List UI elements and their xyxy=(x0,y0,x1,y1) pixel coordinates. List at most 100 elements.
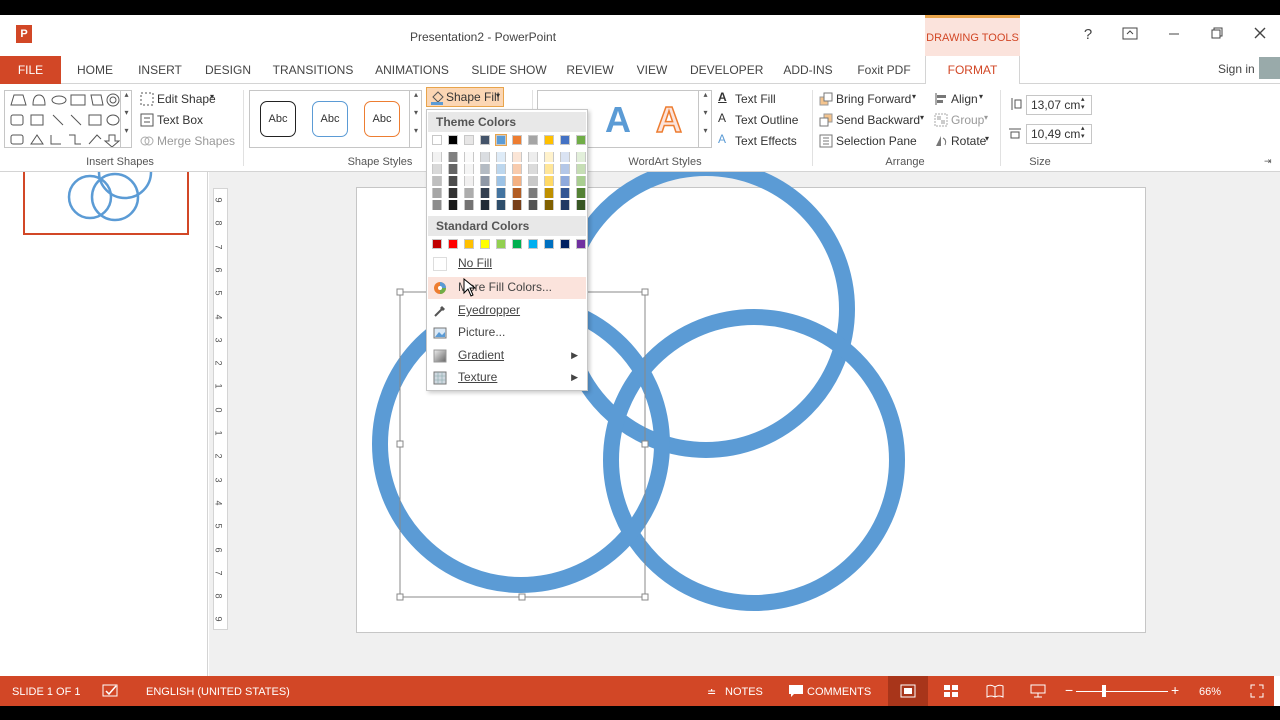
tab-design[interactable]: DESIGN xyxy=(202,56,254,84)
theme-color-shade-swatch[interactable] xyxy=(560,188,570,198)
comments-button[interactable]: COMMENTS xyxy=(807,686,871,698)
standard-color-swatch[interactable] xyxy=(480,239,490,249)
standard-color-swatch[interactable] xyxy=(448,239,458,249)
theme-color-shade-swatch[interactable] xyxy=(512,152,522,162)
tab-foxit-pdf[interactable]: Foxit PDF xyxy=(854,56,914,84)
slide-show-icon[interactable] xyxy=(1030,684,1046,698)
theme-color-shade-swatch[interactable] xyxy=(528,200,538,210)
theme-color-shade-swatch[interactable] xyxy=(544,164,554,174)
bring-forward-dropdown-icon[interactable]: ▾ xyxy=(912,92,916,101)
theme-color-shade-swatch[interactable] xyxy=(448,200,458,210)
theme-color-shade-swatch[interactable] xyxy=(464,176,474,186)
theme-color-shade-swatch[interactable] xyxy=(464,164,474,174)
wordart-scroll[interactable]: ▴ ▾ ▾ xyxy=(698,90,712,148)
ribbon-display-icon[interactable] xyxy=(1118,26,1142,44)
gradient-item[interactable]: Gradient ▶ xyxy=(428,345,586,367)
theme-color-shade-swatch[interactable] xyxy=(448,176,458,186)
theme-color-shade-swatch[interactable] xyxy=(544,176,554,186)
standard-color-swatch[interactable] xyxy=(464,239,474,249)
text-outline-button[interactable]: Text Outline xyxy=(735,113,798,127)
notes-icon[interactable]: ≐ xyxy=(707,686,716,699)
theme-color-swatch[interactable] xyxy=(464,135,474,145)
align-button[interactable]: Align xyxy=(951,92,978,106)
rotate-button[interactable]: Rotate xyxy=(951,134,986,148)
theme-color-shade-swatch[interactable] xyxy=(432,164,442,174)
theme-color-shade-swatch[interactable] xyxy=(432,188,442,198)
theme-color-shade-swatch[interactable] xyxy=(528,152,538,162)
theme-color-shade-swatch[interactable] xyxy=(544,188,554,198)
fit-slide-icon[interactable] xyxy=(1250,684,1264,698)
style-abc-black[interactable]: Abc xyxy=(260,101,296,137)
send-backward-button[interactable]: Send Backward xyxy=(836,113,920,127)
theme-color-shade-swatch[interactable] xyxy=(560,176,570,186)
theme-color-shade-swatch[interactable] xyxy=(560,164,570,174)
theme-color-shade-swatch[interactable] xyxy=(528,164,538,174)
theme-color-swatch[interactable] xyxy=(512,135,522,145)
collapse-ribbon-icon[interactable]: ⇥ xyxy=(1264,156,1272,167)
theme-color-swatch[interactable] xyxy=(560,135,570,145)
tab-slide-show[interactable]: SLIDE SHOW xyxy=(470,56,548,84)
shape-fill-button[interactable]: Shape Fill ▾ xyxy=(426,87,504,107)
text-fill-button[interactable]: Text Fill xyxy=(735,92,776,106)
theme-color-shade-swatch[interactable] xyxy=(480,152,490,162)
theme-color-shade-swatch[interactable] xyxy=(448,188,458,198)
restore-icon[interactable] xyxy=(1205,26,1229,44)
theme-color-shade-swatch[interactable] xyxy=(576,188,586,198)
standard-color-swatch[interactable] xyxy=(560,239,570,249)
close-icon[interactable] xyxy=(1248,26,1272,44)
tab-home[interactable]: HOME xyxy=(72,56,118,84)
theme-color-shade-swatch[interactable] xyxy=(464,200,474,210)
language-status[interactable]: ENGLISH (UNITED STATES) xyxy=(146,686,290,698)
wordart-a-orange[interactable]: A xyxy=(655,98,683,141)
theme-color-shade-swatch[interactable] xyxy=(544,152,554,162)
theme-color-shade-swatch[interactable] xyxy=(464,152,474,162)
zoom-in-icon[interactable]: + xyxy=(1171,682,1179,698)
tab-developer[interactable]: DEVELOPER xyxy=(690,56,763,84)
more-fill-colors-item[interactable]: More Fill Colors... xyxy=(428,277,586,299)
selection-pane-button[interactable]: Selection Pane xyxy=(836,134,917,148)
theme-color-shade-swatch[interactable] xyxy=(432,152,442,162)
normal-view-button[interactable] xyxy=(888,676,928,706)
zoom-out-icon[interactable]: − xyxy=(1065,682,1073,698)
slide-sorter-icon[interactable] xyxy=(943,684,959,698)
shape-styles-gallery[interactable]: Abc Abc Abc xyxy=(249,90,422,148)
theme-color-shade-swatch[interactable] xyxy=(496,176,506,186)
standard-color-swatch[interactable] xyxy=(512,239,522,249)
texture-item[interactable]: Texture ▶ xyxy=(428,367,586,389)
theme-color-swatch[interactable] xyxy=(448,135,458,145)
theme-color-shade-swatch[interactable] xyxy=(560,152,570,162)
shapes-scroll[interactable]: ▴ ▾ ▾ xyxy=(120,90,132,148)
rotate-dropdown-icon[interactable]: ▾ xyxy=(985,134,989,143)
notes-button[interactable]: NOTES xyxy=(725,686,763,698)
zoom-level[interactable]: 66% xyxy=(1199,686,1221,698)
no-fill-item[interactable]: No Fill xyxy=(428,253,586,275)
theme-color-shade-swatch[interactable] xyxy=(496,152,506,162)
theme-color-shade-swatch[interactable] xyxy=(432,176,442,186)
tab-add-ins[interactable]: ADD-INS xyxy=(778,56,838,84)
standard-color-swatch[interactable] xyxy=(544,239,554,249)
theme-color-shade-swatch[interactable] xyxy=(480,200,490,210)
theme-color-shade-swatch[interactable] xyxy=(576,164,586,174)
text-box-button[interactable]: Text Box xyxy=(157,113,203,127)
style-abc-blue[interactable]: Abc xyxy=(312,101,348,137)
theme-color-shade-swatch[interactable] xyxy=(496,188,506,198)
theme-color-shade-swatch[interactable] xyxy=(448,152,458,162)
theme-color-shade-swatch[interactable] xyxy=(480,188,490,198)
comments-icon[interactable] xyxy=(788,684,804,698)
zoom-slider[interactable] xyxy=(1076,691,1168,692)
theme-color-shade-swatch[interactable] xyxy=(544,200,554,210)
standard-color-swatch[interactable] xyxy=(496,239,506,249)
theme-color-shade-swatch[interactable] xyxy=(560,200,570,210)
group-dropdown-icon[interactable]: ▾ xyxy=(984,113,988,122)
theme-color-shade-swatch[interactable] xyxy=(512,188,522,198)
theme-color-swatch[interactable] xyxy=(432,135,442,145)
tab-transitions[interactable]: TRANSITIONS xyxy=(272,56,354,84)
text-effects-button[interactable]: Text Effects xyxy=(735,134,797,148)
standard-color-swatch[interactable] xyxy=(432,239,442,249)
theme-color-shade-swatch[interactable] xyxy=(528,176,538,186)
slide-thumbnail[interactable] xyxy=(23,172,189,235)
spelling-check-icon[interactable] xyxy=(102,684,120,698)
theme-color-shade-swatch[interactable] xyxy=(432,200,442,210)
theme-color-shade-swatch[interactable] xyxy=(576,176,586,186)
tab-review[interactable]: REVIEW xyxy=(566,56,614,84)
